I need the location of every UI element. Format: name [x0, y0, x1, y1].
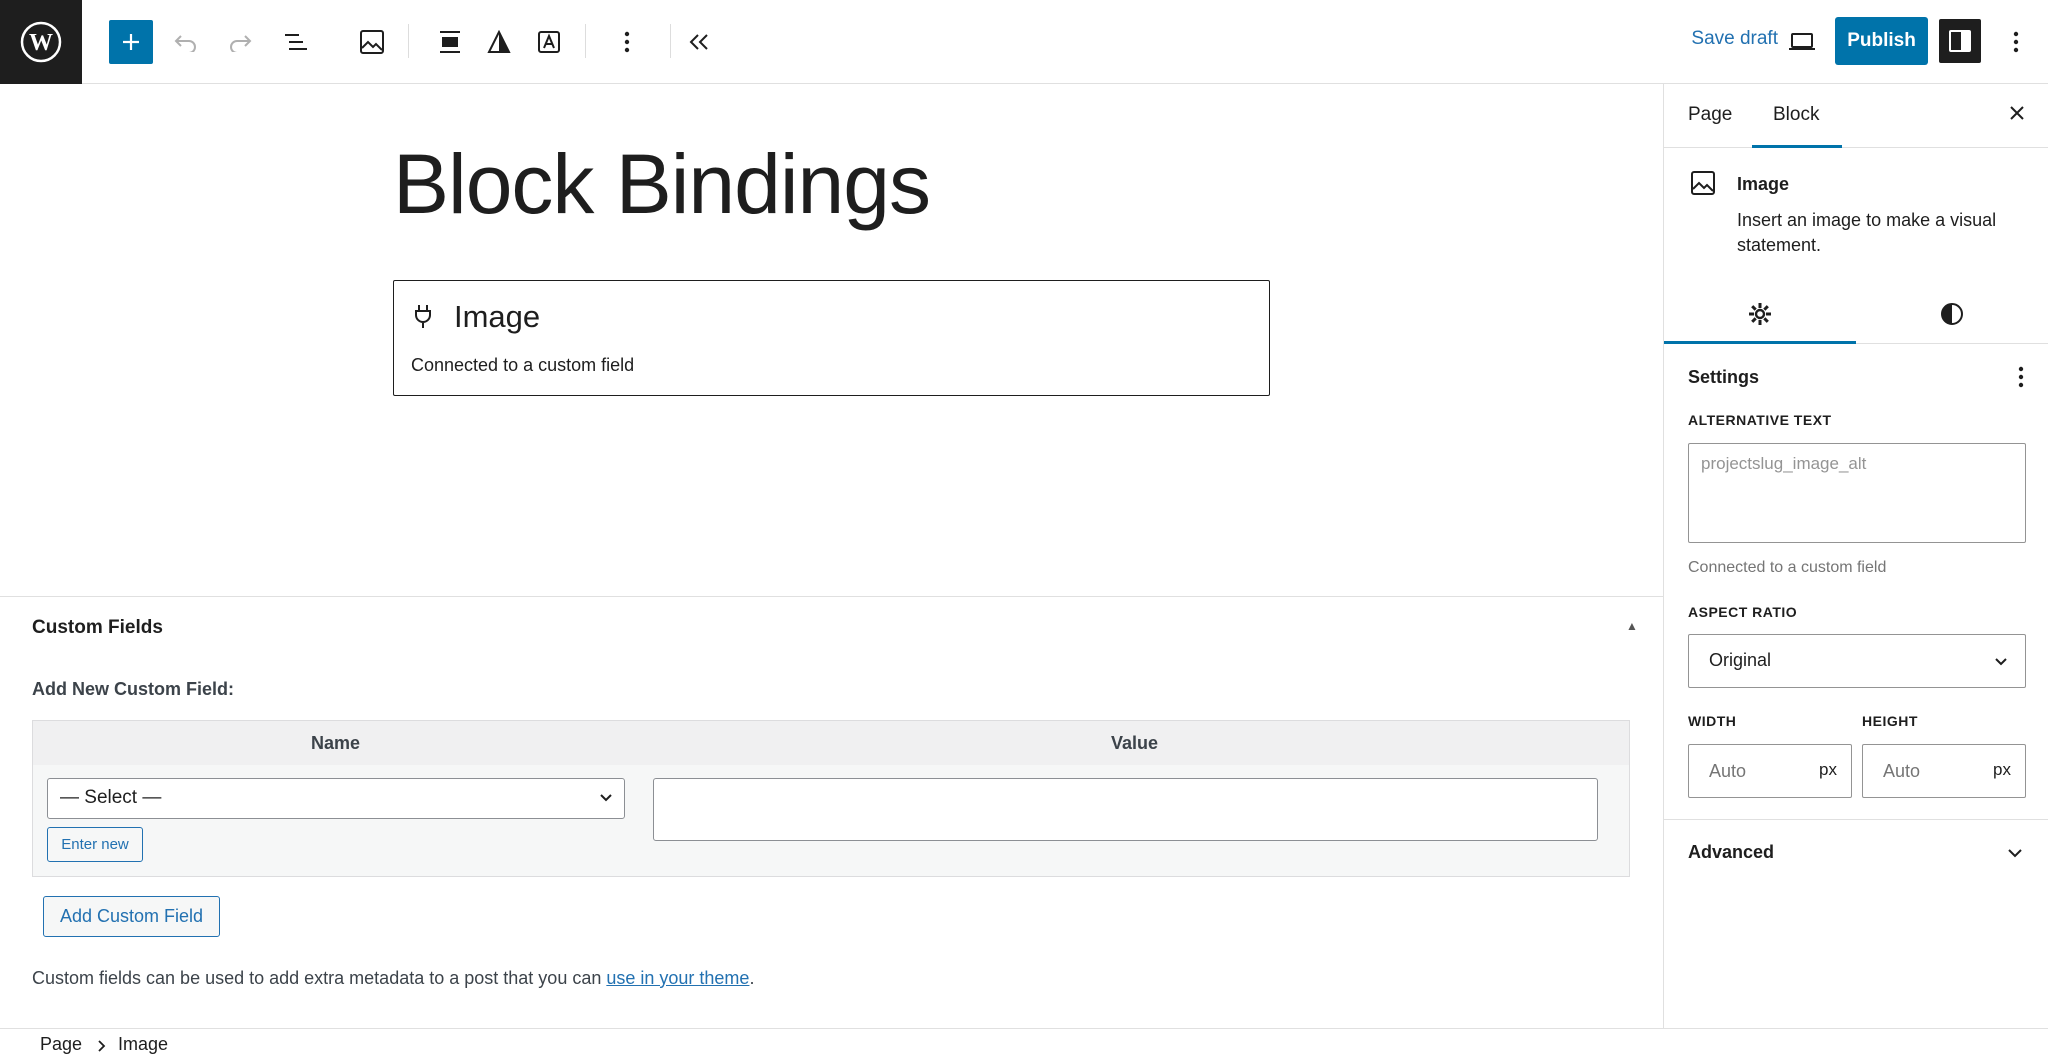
- alt-text-field[interactable]: projectslug_image_alt: [1688, 443, 2026, 543]
- redo-icon: [230, 35, 252, 52]
- desktop-icon: [1789, 33, 1815, 50]
- width-label: WIDTH: [1688, 713, 1737, 729]
- block-options-button[interactable]: [605, 20, 649, 64]
- custom-fields-metabox: Custom Fields ▲ Add New Custom Field: Na…: [0, 596, 1663, 1028]
- image-block-placeholder[interactable]: Image Connected to a custom field: [393, 280, 1270, 396]
- chevron-down-icon: [2008, 849, 2022, 858]
- save-draft-button[interactable]: Save draft: [1691, 28, 1778, 50]
- enter-new-button[interactable]: Enter new: [47, 827, 143, 862]
- add-custom-field-button[interactable]: Add Custom Field: [43, 896, 220, 937]
- duotone-icon: [487, 30, 511, 53]
- undo-icon: [174, 35, 196, 52]
- chevron-double-left-icon: [689, 34, 708, 50]
- more-vertical-icon: [624, 31, 630, 53]
- tab-page[interactable]: Page: [1688, 104, 1732, 126]
- table-header: Name Value: [33, 721, 1629, 765]
- document-overview-button[interactable]: [274, 20, 318, 64]
- note-end: .: [749, 968, 755, 988]
- wordpress-logo-icon[interactable]: W: [0, 0, 82, 84]
- settings-sidebar: Page Block Image Insert an image to make…: [1663, 84, 2048, 1028]
- height-unit[interactable]: px: [1993, 760, 2011, 780]
- add-block-button[interactable]: [109, 20, 153, 64]
- aspect-ratio-label: ASPECT RATIO: [1688, 604, 1798, 620]
- sidebar-tabs: Page Block: [1664, 84, 2048, 148]
- field-value-textarea[interactable]: [653, 778, 1598, 841]
- sidebar-icon: [1949, 30, 1971, 52]
- align-button[interactable]: [428, 20, 472, 64]
- options-button[interactable]: [1994, 20, 2038, 64]
- block-inspector-tabs: [1664, 284, 2048, 344]
- publish-button[interactable]: Publish: [1835, 17, 1928, 65]
- aspect-ratio-select[interactable]: Original: [1688, 634, 2026, 688]
- add-new-field-label: Add New Custom Field:: [32, 679, 234, 699]
- breadcrumb: Page Image: [0, 1028, 2048, 1060]
- select-value: — Select —: [60, 787, 162, 808]
- width-placeholder: Auto: [1709, 761, 1747, 781]
- name-column-header: Name: [311, 733, 361, 753]
- chevron-down-icon: [600, 794, 612, 802]
- block-description: Insert an image to make a visual stateme…: [1737, 210, 1997, 255]
- note-text: Custom fields can be used to add extra m…: [32, 968, 607, 988]
- toolbar-divider: [408, 24, 409, 58]
- redo-button[interactable]: [218, 20, 262, 64]
- text-overlay-button[interactable]: [527, 20, 571, 64]
- active-subtab-indicator: [1664, 341, 1856, 344]
- block-name: Image: [1737, 174, 1790, 194]
- image-icon: [1691, 171, 1715, 195]
- undo-button[interactable]: [164, 20, 208, 64]
- contrast-icon: [1941, 303, 1963, 325]
- custom-field-table: Name Value — Select — Enter new: [32, 720, 1630, 877]
- width-input[interactable]: Auto px: [1688, 744, 1852, 798]
- more-vertical-icon[interactable]: [2018, 366, 2024, 388]
- alt-text-help: Connected to a custom field: [1688, 559, 1887, 576]
- value-column-header: Value: [1111, 733, 1159, 753]
- image-block-button[interactable]: [350, 20, 394, 64]
- svg-text:W: W: [29, 30, 53, 56]
- gear-icon: [1749, 303, 1771, 325]
- tab-block[interactable]: Block: [1773, 104, 1819, 126]
- toolbar-divider: [585, 24, 586, 58]
- field-name-select[interactable]: — Select —: [47, 778, 625, 819]
- height-input[interactable]: Auto px: [1862, 744, 2026, 798]
- editor-canvas: Block Bindings Image Connected to a cust…: [0, 84, 1663, 596]
- align-icon: [440, 31, 460, 53]
- height-label: HEIGHT: [1862, 713, 1918, 729]
- placeholder-header: Image: [412, 299, 540, 335]
- use-in-theme-link[interactable]: use in your theme: [606, 968, 749, 988]
- image-icon: [360, 30, 384, 54]
- block-card: Image Insert an image to make a visual s…: [1664, 148, 2048, 262]
- preview-button[interactable]: [1780, 20, 1824, 64]
- block-editor: W Save draft Publish Block Bindings Imag…: [0, 0, 2048, 1060]
- settings-toggle-button[interactable]: [1939, 19, 1981, 63]
- settings-panel-title: Settings: [1688, 367, 1760, 387]
- plug-icon: [415, 305, 431, 328]
- duotone-button[interactable]: [477, 20, 521, 64]
- plus-icon: [123, 34, 139, 50]
- tab-styles[interactable]: [1856, 296, 2048, 332]
- breadcrumb-item-page[interactable]: Page: [40, 1034, 82, 1055]
- metabox-title[interactable]: Custom Fields: [32, 617, 163, 639]
- chevron-right-icon: [98, 1040, 106, 1052]
- more-vertical-icon: [2013, 31, 2019, 53]
- top-toolbar: W Save draft Publish: [0, 0, 2048, 84]
- collapse-triangle-icon[interactable]: ▲: [1626, 619, 1638, 633]
- aspect-ratio-value: Original: [1709, 650, 1772, 670]
- text-overlay-icon: [538, 31, 560, 53]
- advanced-panel-toggle[interactable]: Advanced: [1664, 819, 2048, 885]
- close-icon[interactable]: [2008, 104, 2026, 122]
- toolbar-divider: [670, 24, 671, 58]
- custom-fields-note: Custom fields can be used to add extra m…: [32, 968, 754, 989]
- placeholder-label: Image: [454, 299, 541, 334]
- collapse-toolbar-button[interactable]: [677, 20, 721, 64]
- placeholder-instructions: Connected to a custom field: [411, 355, 635, 375]
- advanced-title: Advanced: [1688, 842, 1775, 862]
- breadcrumb-item-image[interactable]: Image: [118, 1034, 168, 1055]
- tab-settings[interactable]: [1664, 296, 1856, 332]
- height-placeholder: Auto: [1883, 761, 1921, 781]
- chevron-down-icon: [1995, 658, 2007, 666]
- alt-text-label: ALTERNATIVE TEXT: [1688, 412, 1832, 428]
- width-unit[interactable]: px: [1819, 760, 1837, 780]
- list-view-icon: [285, 34, 307, 50]
- page-title[interactable]: Block Bindings: [393, 136, 931, 233]
